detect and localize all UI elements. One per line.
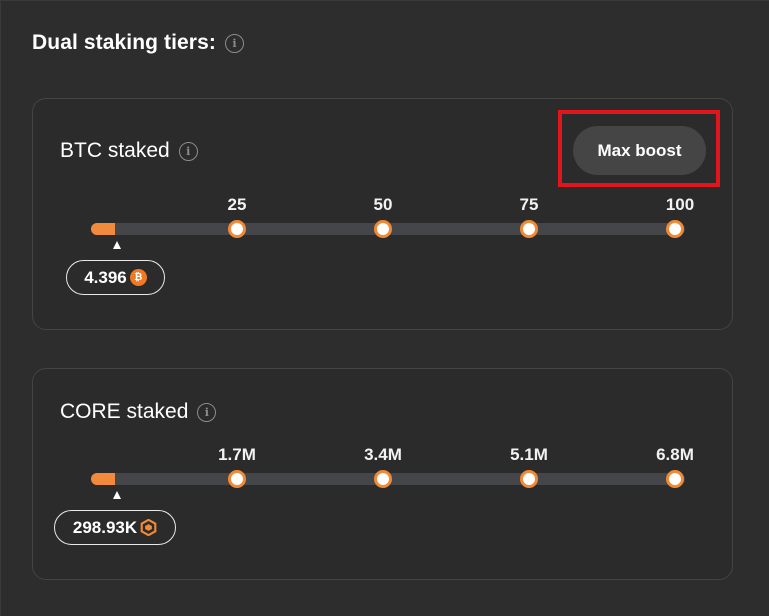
section-heading: Dual staking tiers: i bbox=[32, 31, 244, 55]
tier-marker[interactable] bbox=[374, 470, 392, 488]
tier-marker[interactable] bbox=[374, 220, 392, 238]
highlight-box bbox=[558, 110, 720, 187]
info-icon[interactable]: i bbox=[178, 141, 198, 161]
tick-label: 100 bbox=[665, 195, 695, 214]
core-staked-card: CORE staked i 1.7M 3.4M 5.1M 6.8M 298.93… bbox=[32, 368, 733, 580]
core-icon bbox=[140, 519, 157, 536]
tick-label: 50 bbox=[373, 195, 393, 214]
btc-staked-label: BTC staked bbox=[60, 139, 170, 162]
tier-marker[interactable] bbox=[228, 220, 246, 238]
tier-marker[interactable] bbox=[666, 470, 684, 488]
tier-marker[interactable] bbox=[520, 470, 538, 488]
info-icon[interactable]: i bbox=[224, 33, 244, 53]
core-tier-slider[interactable]: 1.7M 3.4M 5.1M 6.8M bbox=[91, 445, 711, 499]
tier-marker[interactable] bbox=[666, 220, 684, 238]
section-title: Dual staking tiers: bbox=[32, 31, 216, 54]
tick-label: 1.7M bbox=[218, 445, 256, 464]
tick-label: 6.8M bbox=[656, 445, 694, 464]
tick-label: 3.4M bbox=[364, 445, 402, 464]
btc-card-title: BTC staked i bbox=[60, 139, 198, 163]
core-value-pill: 298.93K bbox=[54, 510, 176, 545]
bitcoin-icon: ₿ bbox=[129, 269, 147, 286]
current-position-caret bbox=[113, 491, 121, 499]
tick-label: 75 bbox=[519, 195, 539, 214]
core-card-title: CORE staked i bbox=[60, 400, 217, 424]
tier-marker[interactable] bbox=[520, 220, 538, 238]
tick-label: 5.1M bbox=[510, 445, 548, 464]
info-icon[interactable]: i bbox=[197, 402, 217, 422]
dual-staking-panel: Dual staking tiers: i BTC staked i Max b… bbox=[0, 0, 769, 616]
core-staked-value: 298.93K bbox=[72, 517, 138, 537]
slider-fill bbox=[91, 473, 115, 485]
btc-value-pill: 4.396 ₿ bbox=[66, 260, 165, 295]
tier-marker[interactable] bbox=[228, 470, 246, 488]
btc-tier-slider[interactable]: 25 50 75 100 bbox=[91, 195, 711, 249]
current-position-caret bbox=[113, 241, 121, 249]
slider-fill bbox=[91, 223, 115, 235]
btc-staked-value: 4.396 bbox=[84, 267, 127, 287]
core-staked-label: CORE staked bbox=[60, 400, 189, 423]
tick-label: 25 bbox=[227, 195, 247, 214]
